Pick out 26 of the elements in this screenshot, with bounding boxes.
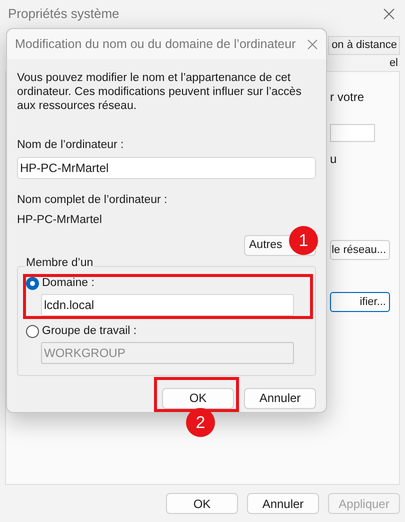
dialog-button[interactable]: OK xyxy=(166,493,238,514)
dialog-title: Modification du nom ou du domaine de l’ordinateur xyxy=(15,36,296,53)
radio-button[interactable] xyxy=(26,276,39,290)
panel-button[interactable]: ifier... xyxy=(330,292,390,312)
dialog-button[interactable]: Annuler xyxy=(244,388,316,409)
tab[interactable]: on à distance xyxy=(328,36,400,55)
close-icon[interactable] xyxy=(383,8,395,20)
panel-text: r votre xyxy=(330,89,364,106)
full-name-text: HP-PC-MrMartel xyxy=(17,212,103,228)
description-text: Vous pouvez modifier le nom et l’appartenance de cet ordinateur. Ces modifications peuvent influer sur l’accès aux ressources réseau. xyxy=(17,71,302,113)
radio-label: Groupe de travail : xyxy=(42,324,137,339)
close-icon[interactable] xyxy=(307,38,318,50)
radio-button[interactable] xyxy=(26,325,39,338)
domain-field[interactable]: lcdn.local xyxy=(41,294,294,316)
field-label: Nom complet de l’ordinateur : xyxy=(17,193,168,208)
dialog-button[interactable]: Annuler xyxy=(247,493,319,514)
tab[interactable]: el xyxy=(328,55,400,71)
radio-label: Domaine : xyxy=(42,276,94,291)
text-field[interactable] xyxy=(330,124,375,142)
computer-name-field[interactable]: HP-PC-MrMartel xyxy=(17,157,316,180)
panel-text: u xyxy=(330,151,337,168)
window-title: Propriétés système xyxy=(8,5,120,24)
group-legend: Membre d’un xyxy=(25,256,94,270)
field-label: Nom de l’ordinateur : xyxy=(17,138,125,153)
panel-button[interactable]: le réseau... xyxy=(330,240,390,260)
dialog-button[interactable]: OK xyxy=(162,388,234,409)
